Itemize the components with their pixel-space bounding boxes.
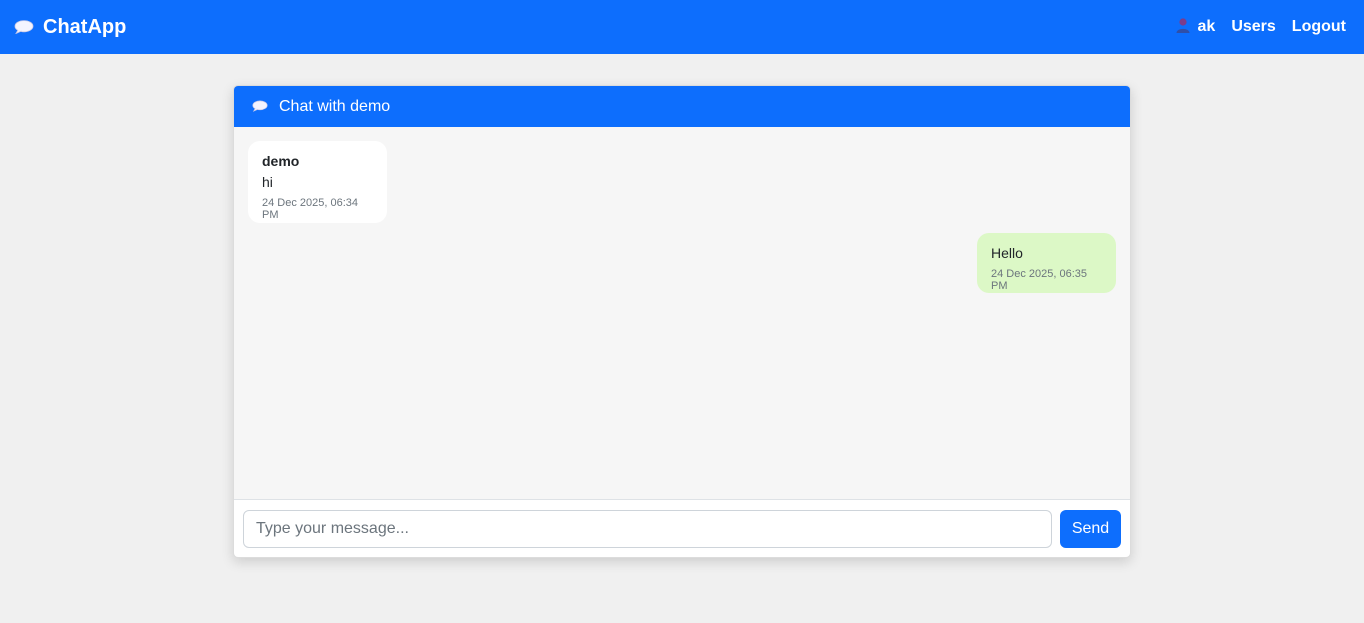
chat-card: Chat with demo demo hi 24 Dec 2025, 06:3…: [233, 85, 1131, 558]
incoming-message: demo hi 24 Dec 2025, 06:34 PM: [248, 141, 387, 223]
message-text: Hello: [991, 245, 1023, 261]
speech-bubble-icon: [14, 20, 34, 34]
message-text: hi: [262, 174, 273, 190]
message-composer: Send: [234, 500, 1130, 557]
outgoing-message: Hello 24 Dec 2025, 06:35 PM: [977, 233, 1116, 293]
message-sender: demo: [262, 153, 300, 169]
message-time: 24 Dec 2025, 06:34 PM: [262, 197, 359, 221]
nav-right: ak Users Logout: [1175, 17, 1346, 38]
chat-title: Chat with demo: [279, 97, 391, 115]
message-time: 24 Dec 2025, 06:35 PM: [991, 268, 1088, 292]
brand-name: ChatApp: [43, 15, 127, 38]
message-input[interactable]: [243, 509, 1052, 548]
message-list[interactable]: demo hi 24 Dec 2025, 06:34 PM Hello 24 D…: [234, 127, 1130, 500]
brand-link[interactable]: ChatApp: [14, 16, 126, 39]
username: ak: [1197, 18, 1216, 35]
user-icon: [1175, 17, 1191, 38]
chat-header: Chat with demo: [234, 86, 1130, 127]
users-link[interactable]: Users: [1231, 18, 1275, 36]
send-button[interactable]: Send: [1060, 509, 1121, 548]
top-navbar: ChatApp ak Users Logout: [0, 0, 1364, 54]
logout-link[interactable]: Logout: [1292, 18, 1346, 36]
current-user: ak: [1175, 17, 1216, 38]
speech-bubble-icon: [252, 100, 272, 114]
